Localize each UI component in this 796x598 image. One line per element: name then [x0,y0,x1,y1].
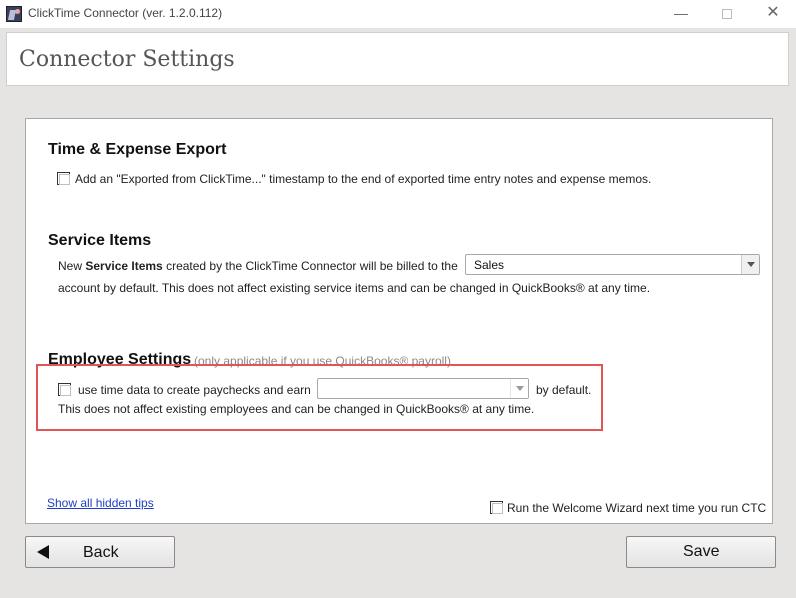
earnings-select[interactable] [317,378,529,399]
account-select[interactable]: Sales [465,254,760,275]
window-titlebar: ClickTime Connector (ver. 1.2.0.112) — ✕ [0,0,796,28]
employee-settings-title: Employee Settings [48,351,192,368]
page-title: Connector Settings [19,47,235,72]
time-expense-title: Time & Expense Export [48,141,227,158]
service-items-text-suffix: created by the ClickTime Connector will … [162,259,458,273]
service-items-text: New Service Items created by the ClickTi… [58,259,458,273]
window-title: ClickTime Connector (ver. 1.2.0.112) [28,6,223,20]
save-button[interactable]: Save [626,536,776,568]
close-button[interactable]: ✕ [750,0,796,28]
employee-settings-note: This does not affect existing employees … [58,402,535,416]
service-items-text-line2: account by default. This does not affect… [58,281,651,295]
back-arrow-icon [37,545,49,559]
timestamp-checkbox-label: Add an "Exported from ClickTime..." time… [75,172,652,186]
minimize-button[interactable]: — [658,0,704,28]
page-header: Connector Settings [6,32,789,86]
welcome-wizard-label: Run the Welcome Wizard next time you run… [507,501,767,515]
show-hidden-tips-link[interactable]: Show all hidden tips [47,496,154,510]
service-items-bold: Service Items [85,259,163,273]
chevron-down-icon[interactable] [741,255,759,274]
account-select-value: Sales [474,258,505,272]
timestamp-checkbox[interactable] [57,172,70,185]
back-button[interactable]: Back [25,536,175,568]
paychecks-checkbox-label: use time data to create paychecks and ea… [78,383,311,397]
by-default-text: by default. [536,383,592,397]
back-button-label: Back [83,544,119,561]
service-items-title: Service Items [48,232,152,249]
save-button-label: Save [683,543,720,560]
paychecks-checkbox[interactable] [58,383,71,396]
service-items-text-prefix: New [58,259,86,273]
maximize-button[interactable] [704,0,750,28]
maximize-icon [722,9,732,20]
welcome-wizard-checkbox[interactable] [490,501,503,514]
chevron-down-icon[interactable] [510,379,528,398]
app-icon [6,6,22,22]
employee-settings-hint: (only applicable if you use QuickBooks® … [194,354,451,368]
